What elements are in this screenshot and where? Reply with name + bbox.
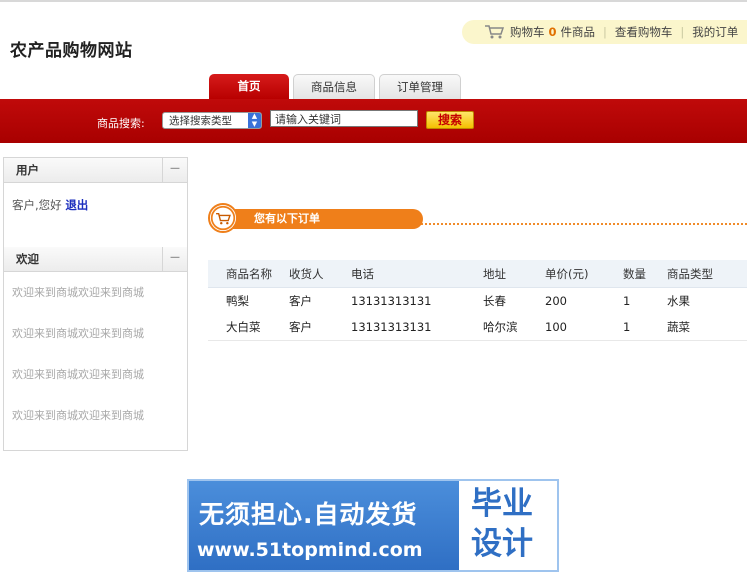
ad-logo-line: 毕业 [471,486,533,522]
column-header: 单价(元) [544,260,622,288]
welcome-line: 欢迎来到商城欢迎来到商城 [12,327,144,340]
table-cell: 鸭梨 [226,294,249,308]
column-header: 收货人 [288,260,350,288]
cart-unit: 件商品 [560,25,596,39]
search-bar: 商品搜索: 选择搜索类型 ▲▼ 搜索 [0,99,747,143]
tab-order-management[interactable]: 订单管理 [379,74,461,99]
view-cart-link[interactable]: 查看购物车 [615,24,673,40]
column-header: 商品类型 [666,260,747,288]
search-label: 商品搜索: [97,117,145,130]
orders-table: 商品名称 收货人 电话 地址 单价(元) 数量 商品类型 鸭梨 客户 13131… [208,260,747,341]
order-banner-label: 您有以下订单 [224,209,423,229]
user-panel-title: 用户 [16,163,39,177]
table-header-row: 商品名称 收货人 电话 地址 单价(元) 数量 商品类型 [208,260,747,288]
column-header: 商品名称 [208,260,288,288]
ad-logo: 毕业 设计 [459,481,557,570]
minus-icon[interactable]: — [162,247,187,271]
divider: | [603,25,607,39]
welcome-line: 欢迎来到商城欢迎来到商城 [12,286,144,299]
order-banner: 您有以下订单 [208,203,747,233]
table-row: 鸭梨 客户 13131313131 长春 200 1 水果 [208,288,747,315]
ad-slogan: 无须担心.自动发货 [199,500,418,529]
column-header: 地址 [482,260,544,288]
shopping-cart-icon [485,25,505,39]
divider: | [680,25,685,39]
user-panel: 用户 — 客户,您好 退出 [3,157,188,248]
cart-count: 0 [548,25,557,39]
search-button[interactable]: 搜索 [426,111,474,129]
welcome-panel-title: 欢迎 [16,252,39,266]
table-cell: 13131313131 [351,294,432,308]
table-cell: 客户 [288,314,350,341]
column-header: 电话 [350,260,482,288]
ad-url: www.51topmind.com [197,539,423,561]
table-cell: 1 [622,314,666,341]
my-orders-link[interactable]: 我的订单 [692,24,738,40]
table-cell: 13131313131 [350,314,482,341]
welcome-panel: 欢迎 — 欢迎来到商城欢迎来到商城 欢迎来到商城欢迎来到商城 欢迎来到商城欢迎来… [3,247,188,451]
table-cell: 水果 [667,294,690,308]
search-type-select[interactable]: 选择搜索类型 ▲ ▼ [162,112,262,129]
user-greeting-row: 客户,您好 退出 [12,197,187,213]
ad-banner: 无须担心.自动发货 www.51topmind.com 毕业 设计 [187,479,559,572]
table-cell: 长春 [483,294,506,308]
table-cell: 200 [545,294,567,308]
table-cell: 大白菜 [208,314,288,341]
tab-home[interactable]: 首页 [209,74,289,99]
user-greeting: 客户,您好 [12,198,62,212]
top-border [0,0,747,2]
dotted-divider [408,223,747,225]
main-nav-tabs: 首页 商品信息 订单管理 [209,74,465,99]
search-type-value: 选择搜索类型 [169,115,232,127]
cart-label: 购物车 [510,25,545,39]
tab-product-info[interactable]: 商品信息 [293,74,375,99]
welcome-line: 欢迎来到商城欢迎来到商城 [12,409,144,422]
welcome-line: 欢迎来到商城欢迎来到商城 [12,368,144,381]
table-cell: 客户 [289,294,312,308]
user-panel-header: 用户 — [4,158,187,183]
table-cell: 100 [544,314,622,341]
site-title: 农产品购物网站 [10,41,133,61]
logout-link[interactable]: 退出 [65,198,88,212]
table-row: 大白菜 客户 13131313131 哈尔滨 100 1 蔬菜 [208,314,747,341]
welcome-panel-header: 欢迎 — [4,247,187,272]
column-header: 数量 [622,260,666,288]
table-cell: 1 [623,294,631,308]
table-cell: 蔬菜 [666,314,747,341]
search-input[interactable] [270,110,418,127]
minus-icon[interactable]: — [162,158,187,182]
cart-order-icon [208,203,238,233]
table-cell: 哈尔滨 [482,314,544,341]
ad-logo-line: 设计 [471,526,533,562]
select-arrows-icon: ▲ ▼ [248,112,261,128]
cart-bar: 购物车 0 件商品 | 查看购物车 | 我的订单 [462,20,747,44]
